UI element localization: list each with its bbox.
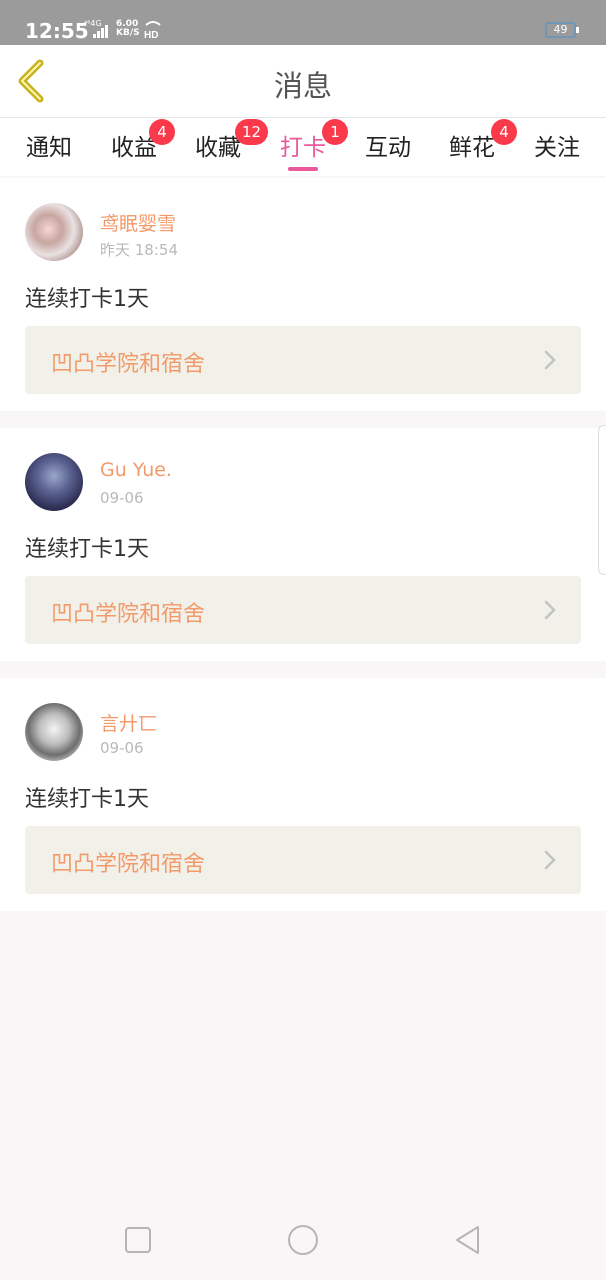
- tab-earnings[interactable]: 收益 4: [99, 119, 175, 168]
- chevron-right-icon: [544, 850, 556, 870]
- username[interactable]: 言廾匸: [100, 709, 157, 736]
- message-content: 连续打卡1天: [25, 287, 149, 312]
- tab-label: 鲜花: [449, 135, 495, 161]
- tab-follows[interactable]: 关注: [522, 128, 592, 168]
- network-speed-unit: KB/S: [116, 28, 140, 38]
- page-title: 消息: [273, 69, 332, 103]
- community-link[interactable]: 凹凸学院和宿舍: [25, 826, 581, 894]
- tab-checkin[interactable]: 打卡 1: [268, 119, 348, 171]
- message-tabs: 通知 收益 4 收藏 12 打卡 1 互动 鲜花 4 关注: [0, 118, 606, 176]
- tab-interactions[interactable]: 互动: [353, 128, 423, 168]
- message-content: 连续打卡1天: [25, 787, 149, 812]
- tab-badge: 4: [491, 119, 517, 145]
- app-header: 消息: [0, 45, 606, 118]
- chevron-right-icon: [544, 350, 556, 370]
- checkin-message-card: 言廾匸 09-06 连续打卡1天 凹凸学院和宿舍: [0, 678, 606, 911]
- system-nav-bar: [0, 1200, 606, 1280]
- avatar[interactable]: [25, 203, 83, 261]
- recent-apps-button[interactable]: [120, 1222, 156, 1258]
- community-name: 凹凸学院和宿舍: [51, 852, 206, 877]
- tab-badge: 4: [149, 119, 175, 145]
- triangle-back-icon: [456, 1226, 479, 1254]
- network-speed: 6.00 KB/S: [116, 20, 140, 38]
- square-icon: [125, 1227, 151, 1253]
- tab-badge: 12: [235, 119, 269, 145]
- active-tab-indicator: [288, 167, 318, 171]
- community-name: 凹凸学院和宿舍: [51, 352, 206, 377]
- avatar[interactable]: [25, 453, 83, 511]
- username[interactable]: 鸢眠婴雪: [100, 209, 176, 236]
- hd-label: HD: [144, 30, 158, 39]
- timestamp: 09-06: [100, 489, 144, 507]
- tab-favorites[interactable]: 收藏 12: [183, 119, 269, 168]
- avatar[interactable]: [25, 703, 83, 761]
- tab-label: 收藏: [195, 135, 241, 161]
- message-content: 连续打卡1天: [25, 537, 149, 562]
- tab-label: 关注: [534, 135, 580, 161]
- edge-drawer-handle[interactable]: [598, 425, 606, 575]
- hd-icon: HD: [143, 19, 163, 41]
- username[interactable]: Gu Yue.: [100, 459, 172, 481]
- tab-badge: 1: [322, 119, 348, 145]
- home-button[interactable]: [285, 1222, 321, 1258]
- tab-label: 互动: [365, 135, 411, 161]
- community-link[interactable]: 凹凸学院和宿舍: [25, 576, 581, 644]
- timestamp: 昨天 18:54: [100, 241, 178, 259]
- tab-flowers[interactable]: 鲜花 4: [437, 119, 517, 168]
- tab-label: 通知: [26, 135, 72, 161]
- battery-icon: 49: [545, 22, 579, 38]
- back-nav-button[interactable]: [450, 1222, 486, 1258]
- status-time: 12:55: [25, 19, 89, 43]
- timestamp: 09-06: [100, 739, 144, 757]
- tab-notifications[interactable]: 通知: [14, 128, 84, 168]
- tab-label: 打卡: [280, 135, 326, 161]
- status-bar: 12:55 ⁴⁶4G 6.00 KB/S HD 49: [0, 0, 606, 45]
- community-name: 凹凸学院和宿舍: [51, 602, 206, 627]
- checkin-message-card: 鸢眠婴雪 昨天 18:54 连续打卡1天 凹凸学院和宿舍: [0, 178, 606, 411]
- circle-home-icon: [288, 1225, 318, 1255]
- community-link[interactable]: 凹凸学院和宿舍: [25, 326, 581, 394]
- signal-icon: [93, 24, 113, 38]
- checkin-message-card: Gu Yue. 09-06 连续打卡1天 凹凸学院和宿舍: [0, 428, 606, 661]
- chevron-right-icon: [544, 600, 556, 620]
